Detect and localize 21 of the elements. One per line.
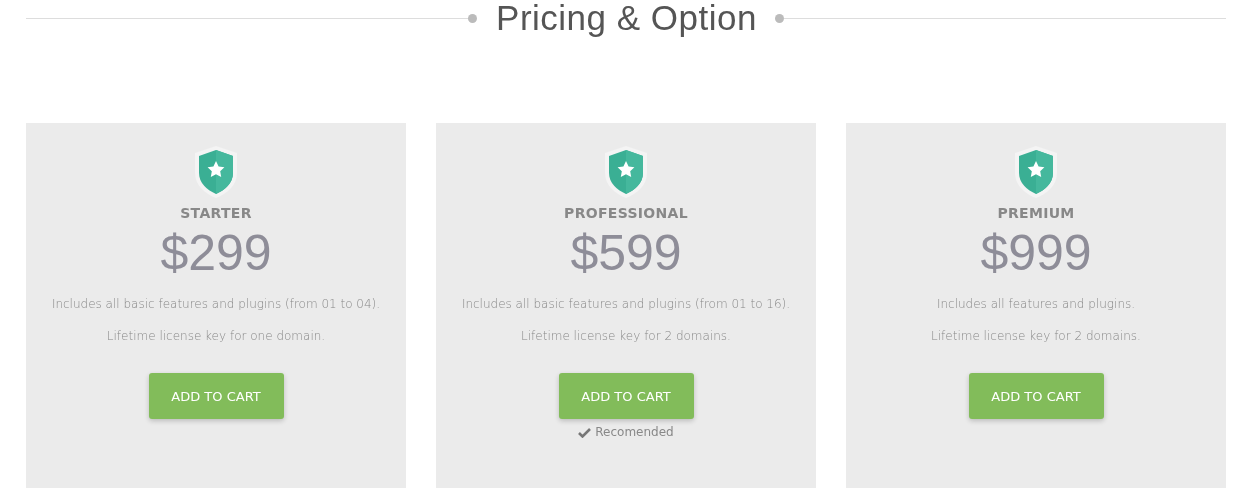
plan-price: $299 xyxy=(160,224,272,283)
plan-feature: Lifetime license key for one domain. xyxy=(106,329,326,343)
recommended-label: Recomended xyxy=(595,425,674,439)
plan-price: $999 xyxy=(980,224,1092,283)
plan-price: $599 xyxy=(570,224,682,283)
add-to-cart-button[interactable]: ADD TO CART xyxy=(968,373,1104,419)
checkmark-icon xyxy=(578,426,592,438)
shield-star-icon xyxy=(604,145,648,199)
shield-star-icon xyxy=(1014,145,1058,199)
plan-feature: Includes all basic features and plugins (from 01 to 16). xyxy=(461,297,791,311)
section-title: Pricing & Option xyxy=(496,0,757,38)
plan-feature: Includes all features and plugins. xyxy=(936,297,1136,311)
plan-name: STARTER xyxy=(180,205,252,221)
plan-feature: Lifetime license key for 2 domains. xyxy=(521,329,731,343)
plan-feature: Lifetime license key for 2 domains. xyxy=(931,329,1141,343)
shield-star-icon xyxy=(194,145,238,199)
plan-name: PREMIUM xyxy=(997,205,1075,221)
add-to-cart-button[interactable]: ADD TO CART xyxy=(148,373,284,419)
plan-feature: Includes all basic features and plugins (from 01 to 04). xyxy=(51,297,381,311)
add-to-cart-button[interactable]: ADD TO CART xyxy=(558,373,694,419)
plan-name: PROFESSIONAL xyxy=(564,205,688,221)
